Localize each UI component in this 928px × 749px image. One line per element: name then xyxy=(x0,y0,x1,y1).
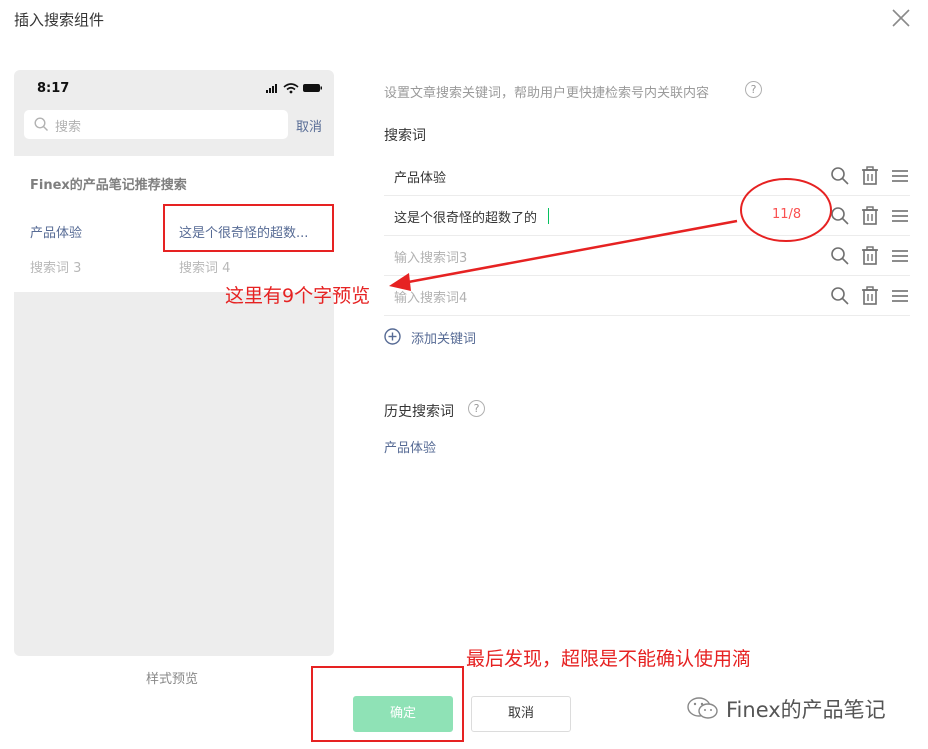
signal-icon xyxy=(266,84,277,93)
annotation-box-confirm xyxy=(311,666,464,742)
drag-handle-icon[interactable] xyxy=(890,286,910,306)
search-icon[interactable] xyxy=(830,286,850,306)
add-keyword-label: 添加关键词 xyxy=(411,332,477,347)
keywords-label: 搜索词 xyxy=(384,128,426,144)
status-time: 8:17 xyxy=(37,81,70,96)
annotation-ellipse xyxy=(740,178,832,242)
search-icon xyxy=(34,117,48,131)
preview-cancel-link: 取消 xyxy=(296,120,323,135)
style-preview-phone: 8:17 搜索 取消 Finex的产品笔记推荐搜索 产品体验 这是个很奇怪的超数… xyxy=(14,70,334,656)
preview-item: 搜索词 3 xyxy=(30,261,82,276)
preview-item: 产品体验 xyxy=(30,226,83,241)
watermark-text: Finex的产品笔记 xyxy=(726,698,886,722)
cancel-button[interactable]: 取消 xyxy=(471,696,571,732)
drag-handle-icon[interactable] xyxy=(890,166,910,186)
help-icon[interactable]: ? xyxy=(468,400,485,417)
drag-handle-icon[interactable] xyxy=(890,206,910,226)
dialog-title: 插入搜索组件 xyxy=(14,11,105,29)
form-hint: 设置文章搜索关键词，帮助用户更快捷检索号内关联内容 xyxy=(384,82,709,101)
status-icons xyxy=(266,83,322,94)
keyword-input[interactable]: 产品体验 xyxy=(394,167,446,186)
recommend-heading: Finex的产品笔记推荐搜索 xyxy=(30,178,187,193)
annotation-note-confirm: 最后发现，超限是不能确认使用滴 xyxy=(466,648,752,670)
wifi-icon xyxy=(283,83,299,94)
annotation-note-preview: 这里有9个字预览 xyxy=(225,285,371,307)
trash-icon[interactable] xyxy=(860,286,880,306)
help-icon[interactable]: ? xyxy=(745,81,762,98)
history-item[interactable]: 产品体验 xyxy=(384,437,436,456)
close-icon[interactable] xyxy=(890,7,912,29)
hint-text: 设置文章搜索关键词，帮助用户更快捷检索号内关联内容 xyxy=(384,86,710,101)
status-bar: 8:17 xyxy=(14,70,334,108)
wechat-logo-icon xyxy=(687,697,718,719)
trash-icon[interactable] xyxy=(860,166,880,186)
search-icon[interactable] xyxy=(830,246,850,266)
battery-icon xyxy=(303,84,322,92)
trash-icon[interactable] xyxy=(860,246,880,266)
history-label: 历史搜索词 xyxy=(384,404,454,420)
drag-handle-icon[interactable] xyxy=(890,246,910,266)
plus-circle-icon xyxy=(384,328,401,345)
annotation-box-preview xyxy=(163,204,334,252)
trash-icon[interactable] xyxy=(860,206,880,226)
preview-search-placeholder: 搜索 xyxy=(55,120,82,135)
preview-item: 搜索词 4 xyxy=(179,261,231,276)
preview-search-box: 搜索 xyxy=(24,110,288,139)
preview-caption: 样式预览 xyxy=(146,672,199,687)
annotation-arrow xyxy=(389,219,738,291)
